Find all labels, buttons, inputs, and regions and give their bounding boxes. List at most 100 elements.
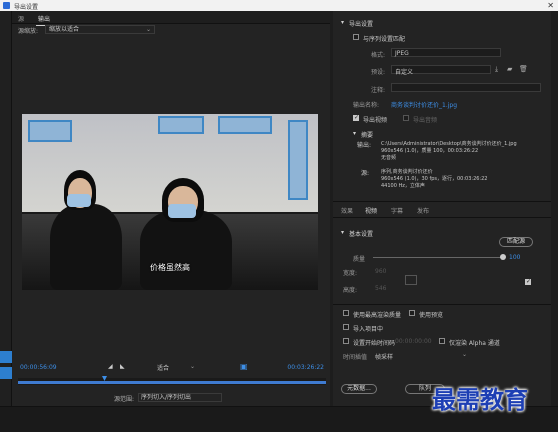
preview-window — [158, 116, 204, 134]
source-range-value: 序列切入/序列切出 — [141, 394, 192, 401]
video-subtitle: 价格虽然高 — [150, 263, 190, 272]
max-render-label: 使用最高渲染质量 — [353, 312, 402, 319]
mark-in-icon[interactable]: ◢ — [108, 363, 113, 370]
output-name-link[interactable]: 商务谈判讨价还价_1.jpg — [391, 100, 457, 109]
width-label: 宽度: — [343, 270, 358, 277]
source-scale-row: 源缩放: 缩放以适合 ⌄ — [12, 24, 330, 36]
basic-settings-title: 基本设置 — [349, 231, 374, 238]
timeline-scrubber[interactable] — [18, 376, 326, 385]
watermark-logo: 最需教育 — [432, 385, 528, 414]
preview-window — [218, 116, 272, 134]
import-project-checkbox[interactable] — [343, 324, 349, 330]
summary-output-detail: 960x546 (1.0)，质量 100，00:03:26:22 — [381, 148, 479, 154]
use-preview-label: 使用预览 — [419, 312, 444, 319]
export-video-checkbox[interactable] — [353, 114, 359, 121]
tab-effects[interactable]: 效果 — [341, 206, 353, 215]
source-range-row: 源范围: 序列切入/序列切出 — [12, 392, 330, 404]
render-alpha-checkbox[interactable] — [439, 338, 445, 344]
source-scale-select[interactable]: 缩放以适合 ⌄ — [45, 25, 155, 34]
export-audio-label: 导出音频 — [413, 117, 438, 124]
export-audio-checkbox[interactable] — [403, 115, 409, 121]
render-alpha-label: 仅渲染 Alpha 通道 — [449, 340, 500, 347]
match-sequence-label: 与序列设置匹配 — [363, 36, 406, 43]
tab-output[interactable]: 输出 — [35, 14, 53, 26]
background-app-strip — [0, 11, 12, 421]
divider — [333, 201, 551, 202]
format-select[interactable]: JPEG — [391, 48, 501, 57]
mark-out-icon[interactable]: ◣ — [120, 363, 125, 370]
resize-checkbox[interactable] — [525, 278, 531, 285]
timeline-controls: 00:00:56:09 ◢ ◣ 适合 ⌄ ▣ 00:03:26:22 — [12, 362, 330, 374]
export-settings-title: 导出设置 — [349, 21, 374, 28]
summary-source-name: 序列,商务谈判讨价还价 — [381, 169, 433, 175]
import-preset-icon[interactable]: ▰ — [507, 65, 512, 73]
match-sequence-checkbox[interactable] — [353, 34, 359, 40]
preset-label: 预设: — [371, 69, 386, 76]
chevron-down-icon: ⌄ — [145, 26, 151, 33]
preset-select[interactable]: 自定义 — [391, 65, 491, 76]
summary-output-audio: 无音频 — [381, 155, 397, 161]
quality-label: 质量 — [353, 256, 366, 263]
strip-highlight — [0, 351, 12, 363]
chevron-down-icon[interactable]: ▾ — [341, 19, 344, 26]
current-timecode[interactable]: 00:00:56:09 — [20, 364, 57, 371]
comment-label: 注释: — [371, 87, 386, 94]
aspect-ratio-icon[interactable]: ▣ — [240, 362, 248, 371]
summary-output-key: 输出: — [357, 142, 372, 149]
tab-captions[interactable]: 字幕 — [391, 206, 403, 215]
quality-slider-knob[interactable] — [500, 254, 506, 260]
summary-source-key: 源: — [361, 170, 370, 177]
tab-source[interactable]: 源 — [18, 14, 24, 23]
time-interpolation-label: 时间插值 — [343, 354, 368, 361]
window-title: 导出设置 — [14, 4, 39, 11]
person-right — [140, 210, 232, 290]
time-interpolation-select[interactable]: 帧采样 ⌄ — [371, 350, 471, 361]
preview-window — [28, 120, 72, 142]
preview-door — [288, 120, 308, 200]
output-name-label: 输出名称: — [353, 102, 380, 109]
preview-tabs: 源 输出 — [12, 11, 330, 26]
max-render-checkbox[interactable] — [343, 310, 349, 316]
start-timecode-checkbox[interactable] — [343, 338, 349, 344]
delete-preset-icon[interactable]: 🗑 — [519, 65, 528, 73]
preset-value: 自定义 — [395, 69, 414, 76]
source-range-select[interactable]: 序列切入/序列切出 — [138, 393, 222, 402]
export-video-label: 导出视频 — [363, 117, 388, 124]
start-timecode-label: 设置开始时间码 — [353, 340, 396, 347]
metadata-button[interactable]: 元数据... — [341, 384, 377, 394]
comment-field[interactable] — [391, 83, 541, 92]
app-icon — [3, 2, 10, 9]
source-output-panel: 源 输出 源缩放: 缩放以适合 ⌄ 价格虽然高 00:00:56:09 ◢ ◣ … — [12, 11, 330, 406]
export-settings-panel: ▾ 导出设置 与序列设置匹配 格式: JPEG 预设: 自定义 ⤓ ▰ 🗑 注释… — [333, 11, 551, 406]
work-area-bar[interactable] — [18, 381, 326, 384]
summary-source-detail: 960x546 (1.0)，30 fps，逐行，00:03:26:22 — [381, 176, 488, 182]
close-icon[interactable]: ✕ — [547, 1, 554, 10]
height-value: 546 — [375, 285, 387, 292]
format-value: JPEG — [395, 50, 409, 57]
summary-title: 摘要 — [361, 132, 374, 139]
chevron-down-icon: ⌄ — [461, 351, 467, 358]
match-source-button[interactable]: 匹配源 — [499, 237, 533, 247]
person-left — [50, 204, 122, 290]
source-scale-label: 源缩放: — [18, 28, 39, 35]
divider — [333, 304, 551, 305]
source-range-label: 源范围: — [114, 396, 135, 403]
tab-publish[interactable]: 发布 — [417, 206, 429, 215]
time-interpolation-value: 帧采样 — [375, 354, 394, 361]
tab-video[interactable]: 视频 — [363, 206, 379, 218]
strip-highlight — [0, 367, 12, 379]
save-preset-icon[interactable]: ⤓ — [495, 65, 498, 74]
link-aspect-icon[interactable] — [405, 275, 417, 285]
quality-slider-track[interactable] — [373, 257, 503, 258]
chevron-down-icon[interactable]: ▾ — [353, 130, 356, 137]
use-preview-checkbox[interactable] — [409, 310, 415, 316]
quality-value[interactable]: 100 — [509, 254, 520, 261]
summary-source-audio: 44100 Hz，立体声 — [381, 183, 425, 189]
mask-right — [168, 204, 196, 218]
chevron-down-icon[interactable]: ▾ — [341, 229, 344, 236]
width-value: 960 — [375, 268, 387, 275]
start-timecode-value: 00:00:00:00 — [395, 338, 432, 345]
mask-left — [67, 194, 91, 207]
duration-timecode: 00:03:26:22 — [287, 364, 324, 371]
height-label: 高度: — [343, 287, 358, 294]
